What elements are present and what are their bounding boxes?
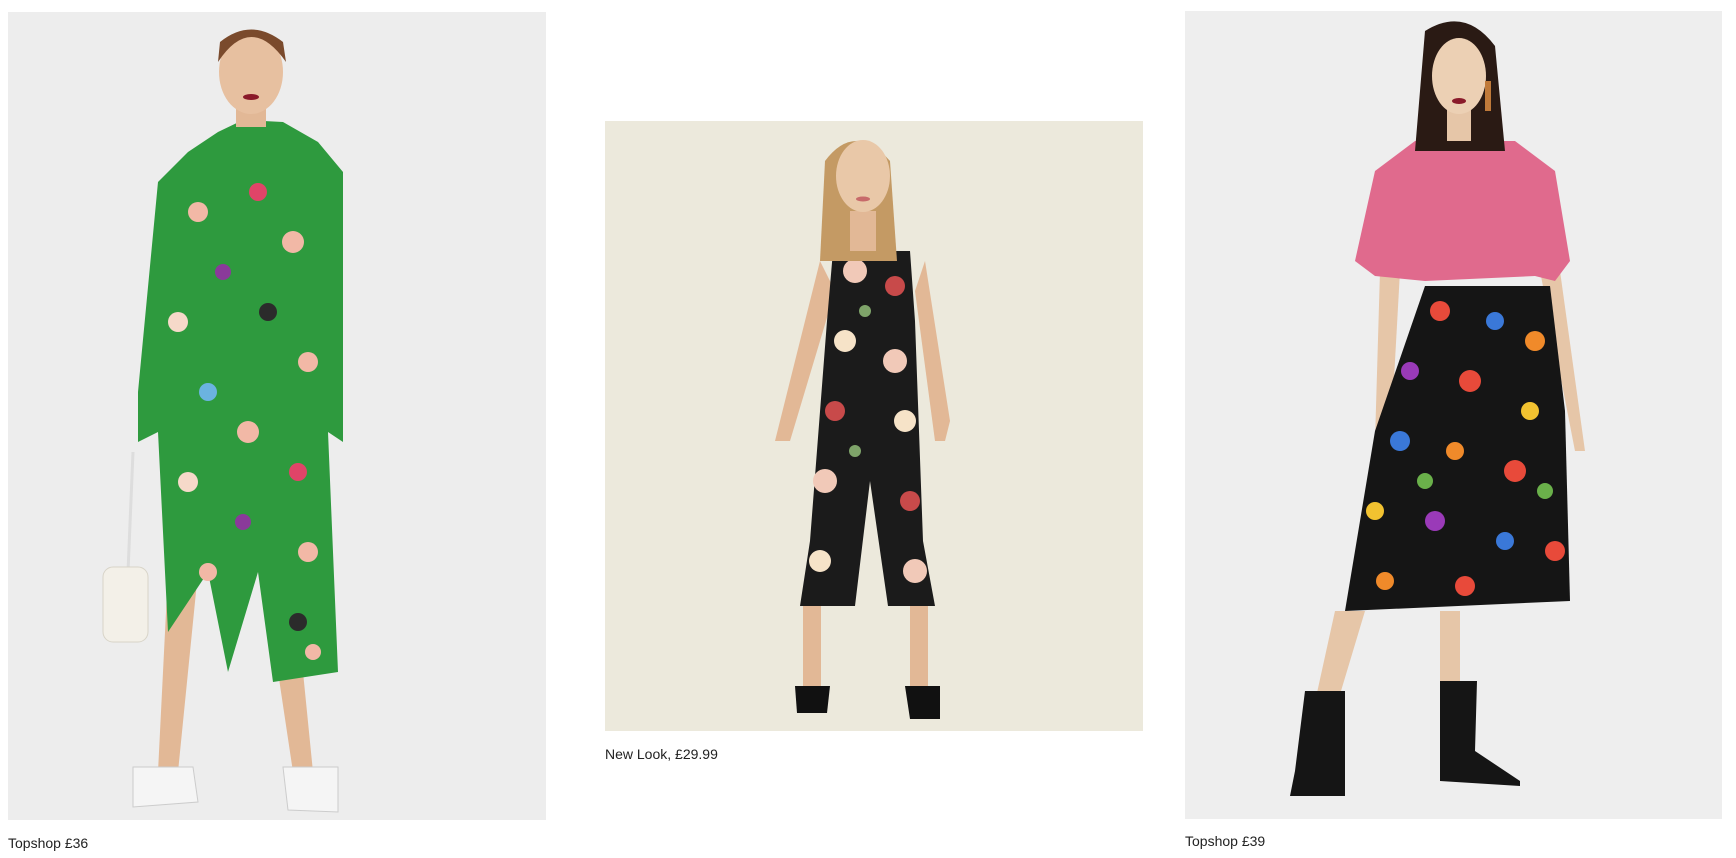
model-illustration [1185, 11, 1722, 819]
product-card[interactable]: Topshop £39 [1185, 11, 1722, 857]
product-image[interactable] [8, 12, 546, 820]
product-grid: Topshop £36 New Look, £29.99 Topshop £39 [0, 0, 1736, 858]
product-caption[interactable]: Topshop £39 [1185, 832, 1265, 850]
product-image[interactable] [1185, 11, 1722, 819]
product-card[interactable]: New Look, £29.99 [605, 121, 1143, 771]
product-card[interactable]: Topshop £36 [8, 12, 546, 858]
model-illustration [605, 121, 1143, 731]
product-caption[interactable]: New Look, £29.99 [605, 745, 718, 763]
model-illustration [8, 12, 546, 820]
product-caption[interactable]: Topshop £36 [8, 834, 88, 852]
product-image[interactable] [605, 121, 1143, 731]
